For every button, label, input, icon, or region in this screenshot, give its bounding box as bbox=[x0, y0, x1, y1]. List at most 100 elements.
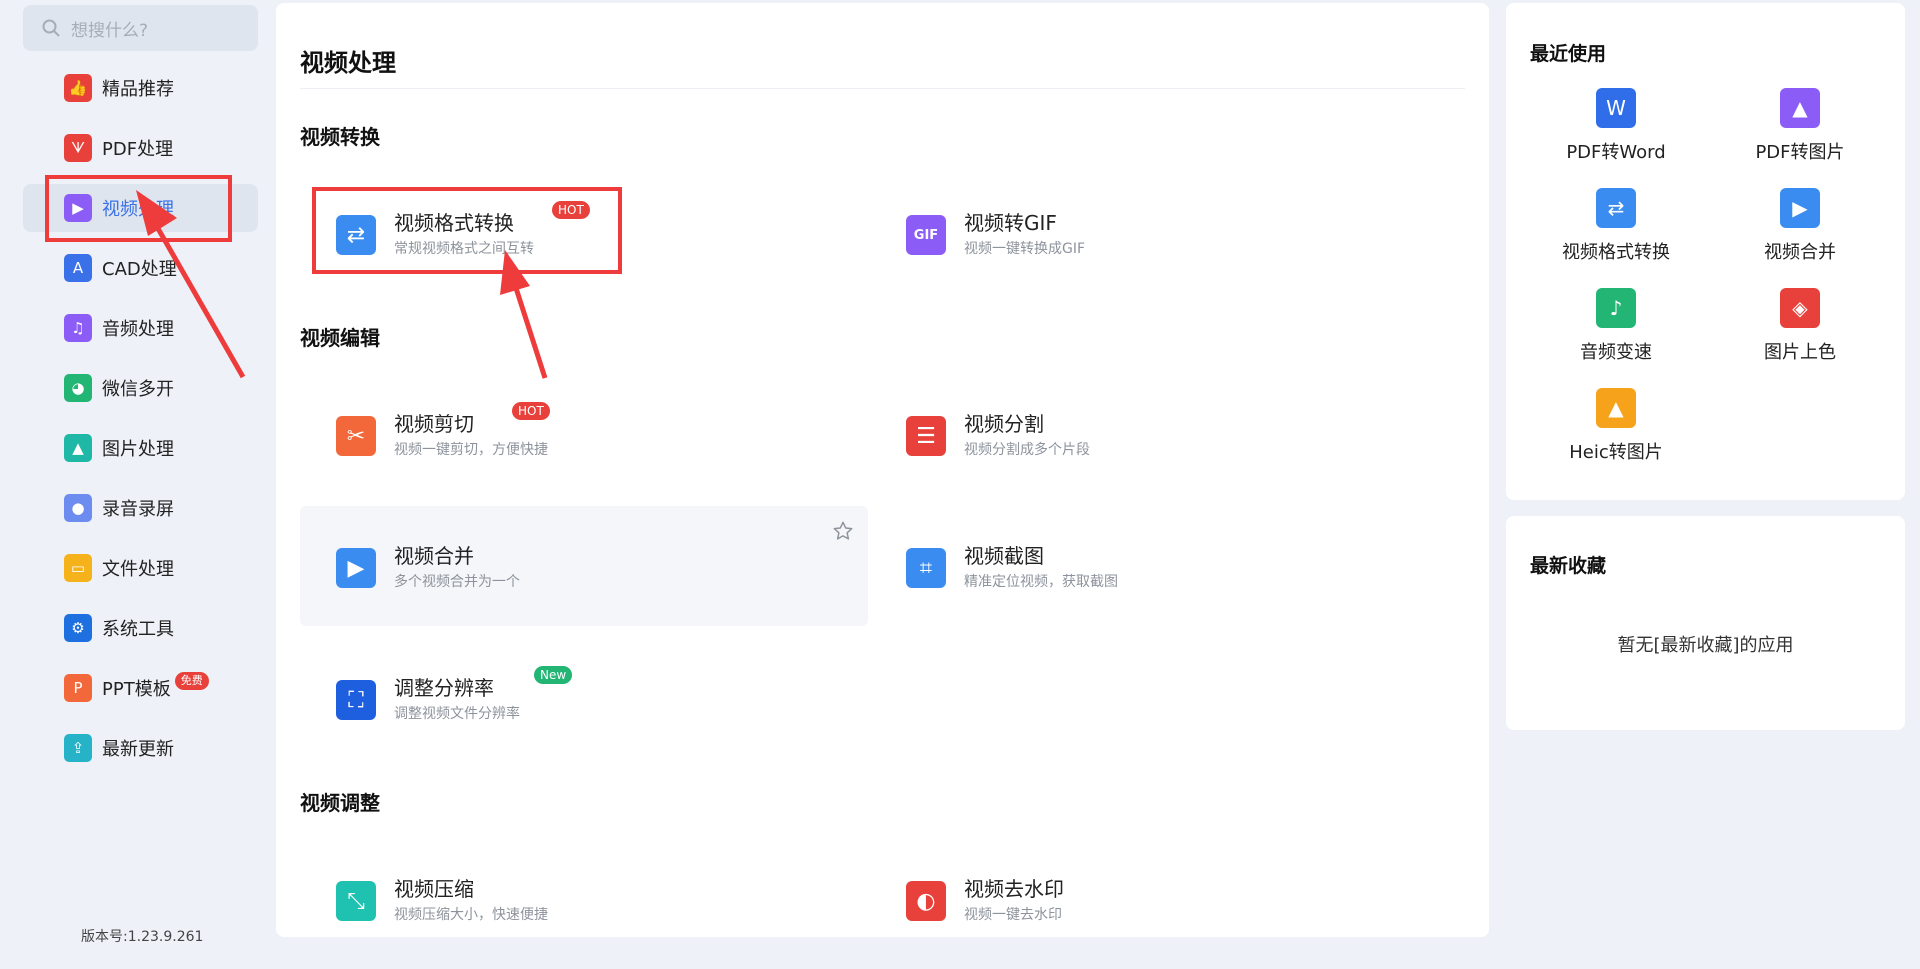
sidebar-item-recording[interactable]: ● 录音录屏 bbox=[23, 484, 258, 532]
music-note-icon: ♫ bbox=[64, 314, 92, 342]
recent-item-video-merge[interactable]: ▶ 视频合并 bbox=[1710, 188, 1890, 288]
free-badge: 免费 bbox=[174, 672, 209, 690]
sidebar-item-audio[interactable]: ♫ 音频处理 bbox=[23, 304, 258, 352]
crop-screenshot-icon: ⌗ bbox=[906, 548, 946, 588]
folder-icon: ▭ bbox=[64, 554, 92, 582]
tool-card-video-compress[interactable]: ⤡ 视频压缩 视频压缩大小，快速便捷 bbox=[300, 839, 868, 937]
tool-card-video-screenshot[interactable]: ⌗ 视频截图 精准定位视频，获取截图 bbox=[870, 506, 1438, 626]
compress-icon: ⤡ bbox=[336, 881, 376, 921]
resolution-icon: ⛶ bbox=[336, 680, 376, 720]
favorites-title: 最新收藏 bbox=[1530, 555, 1607, 577]
search-box[interactable]: 想搜什么? bbox=[23, 5, 258, 51]
tool-card-video-split[interactable]: ☰ 视频分割 视频分割成多个片段 bbox=[870, 374, 1438, 494]
section-title-convert: 视频转换 bbox=[300, 125, 380, 149]
section-title-edit: 视频编辑 bbox=[300, 326, 380, 350]
audio-speed-icon: ♪ bbox=[1596, 288, 1636, 328]
heic-image-icon: ▲ bbox=[1596, 388, 1636, 428]
sidebar-item-label: 系统工具 bbox=[102, 619, 174, 640]
sidebar-item-label: CAD处理 bbox=[102, 259, 177, 280]
search-placeholder: 想搜什么? bbox=[71, 20, 149, 41]
sidebar-item-wechat[interactable]: ◕ 微信多开 bbox=[23, 364, 258, 412]
sidebar-item-label: 音频处理 bbox=[102, 319, 174, 340]
ppt-icon: P bbox=[64, 674, 92, 702]
sidebar-item-label: 图片处理 bbox=[102, 439, 174, 460]
card-title: 视频合并 bbox=[394, 544, 474, 568]
card-desc: 视频分割成多个片段 bbox=[964, 442, 1090, 458]
card-desc: 调整视频文件分辨率 bbox=[394, 706, 520, 722]
recent-item-audio-speed[interactable]: ♪ 音频变速 bbox=[1526, 288, 1706, 388]
scissors-video-icon: ✂ bbox=[336, 416, 376, 456]
card-title: 视频转GIF bbox=[964, 211, 1057, 235]
title-divider bbox=[300, 88, 1465, 89]
card-desc: 视频一键转换成GIF bbox=[964, 241, 1086, 257]
image-icon: ▲ bbox=[64, 434, 92, 462]
favorites-panel: 最新收藏 暂无[最新收藏]的应用 bbox=[1506, 516, 1905, 730]
merge-video-icon: ▶ bbox=[1780, 188, 1820, 228]
recent-item-label: PDF转图片 bbox=[1755, 142, 1845, 163]
sidebar-item-updates[interactable]: ⇪ 最新更新 bbox=[23, 724, 258, 772]
sidebar-item-label: 文件处理 bbox=[102, 559, 174, 580]
recent-item-label: 音频变速 bbox=[1580, 342, 1652, 363]
recent-item-label: PDF转Word bbox=[1566, 142, 1666, 163]
sidebar-item-image[interactable]: ▲ 图片处理 bbox=[23, 424, 258, 472]
tool-card-remove-watermark[interactable]: ◐ 视频去水印 视频一键去水印 bbox=[870, 839, 1438, 937]
recent-item-pdf-to-word[interactable]: W PDF转Word bbox=[1526, 88, 1706, 188]
pdf-to-word-icon: W bbox=[1596, 88, 1636, 128]
sidebar-item-files[interactable]: ▭ 文件处理 bbox=[23, 544, 258, 592]
card-title: 视频截图 bbox=[964, 544, 1044, 568]
card-title: 视频压缩 bbox=[394, 877, 474, 901]
favorites-empty-text: 暂无[最新收藏]的应用 bbox=[1617, 635, 1794, 656]
star-icon[interactable] bbox=[832, 520, 854, 542]
upload-icon: ⇪ bbox=[64, 734, 92, 762]
gif-icon: GIF bbox=[906, 215, 946, 255]
recent-item-video-format-convert[interactable]: ⇄ 视频格式转换 bbox=[1526, 188, 1706, 288]
sidebar-item-label: 微信多开 bbox=[102, 379, 174, 400]
section-title-adjust: 视频调整 bbox=[300, 791, 380, 815]
recent-item-image-colorize[interactable]: ◈ 图片上色 bbox=[1710, 288, 1890, 388]
recent-title: 最近使用 bbox=[1530, 43, 1607, 65]
card-desc: 视频一键剪切，方便快捷 bbox=[394, 442, 548, 458]
sidebar-item-recommend[interactable]: 👍 精品推荐 bbox=[23, 64, 258, 112]
sidebar-item-label: PDF处理 bbox=[102, 139, 174, 160]
main-panel: 视频处理 视频转换 ⇄ 视频格式转换 HOT 常规视频格式之间互转 GIF 视频… bbox=[276, 3, 1489, 937]
annotation-box-sidebar bbox=[45, 175, 232, 242]
sidebar-item-ppt[interactable]: P PPT模板 免费 bbox=[23, 664, 258, 712]
pdf-icon: ᗐ bbox=[64, 134, 92, 162]
card-desc: 视频压缩大小，快速便捷 bbox=[394, 907, 548, 923]
recent-item-pdf-to-image[interactable]: ▲ PDF转图片 bbox=[1710, 88, 1890, 188]
sidebar-item-label: PPT模板 bbox=[102, 679, 171, 700]
new-badge: New bbox=[534, 666, 573, 684]
sidebar-item-pdf[interactable]: ᗐ PDF处理 bbox=[23, 124, 258, 172]
eraser-icon: ◐ bbox=[906, 881, 946, 921]
tool-card-video-cut[interactable]: ✂ 视频剪切 HOT 视频一键剪切，方便快捷 bbox=[300, 374, 868, 494]
thumbs-up-icon: 👍 bbox=[64, 74, 92, 102]
pdf-to-image-icon: ▲ bbox=[1780, 88, 1820, 128]
sidebar-item-label: 最新更新 bbox=[102, 739, 174, 760]
card-desc: 视频一键去水印 bbox=[964, 907, 1062, 923]
wechat-icon: ◕ bbox=[64, 374, 92, 402]
recent-item-label: Heic转图片 bbox=[1569, 442, 1663, 463]
recent-item-label: 视频格式转换 bbox=[1562, 242, 1670, 263]
sidebar: 想搜什么? 👍 精品推荐 ᗐ PDF处理 ▶ 视频处理 A CAD处理 ♫ 音频… bbox=[0, 0, 275, 969]
card-desc: 多个视频合并为一个 bbox=[394, 574, 520, 590]
sidebar-item-label: 精品推荐 bbox=[102, 79, 174, 100]
cad-icon: A bbox=[64, 254, 92, 282]
tool-card-resolution[interactable]: ⛶ 调整分辨率 New 调整视频文件分辨率 bbox=[300, 638, 868, 758]
annotation-box-card bbox=[312, 187, 622, 274]
recent-item-heic-to-image[interactable]: ▲ Heic转图片 bbox=[1526, 388, 1706, 488]
card-desc: 精准定位视频，获取截图 bbox=[964, 574, 1118, 590]
merge-video-icon: ▶ bbox=[336, 548, 376, 588]
card-title: 视频去水印 bbox=[964, 877, 1064, 901]
card-title: 调整分辨率 bbox=[394, 676, 494, 700]
search-icon bbox=[42, 19, 60, 37]
recent-item-label: 视频合并 bbox=[1764, 242, 1836, 263]
tool-card-video-merge[interactable]: ▶ 视频合并 多个视频合并为一个 bbox=[300, 506, 868, 626]
convert-arrows-icon: ⇄ bbox=[1596, 188, 1636, 228]
tool-card-video-to-gif[interactable]: GIF 视频转GIF 视频一键转换成GIF bbox=[870, 173, 1438, 293]
split-icon: ☰ bbox=[906, 416, 946, 456]
microphone-icon: ● bbox=[64, 494, 92, 522]
sidebar-item-system-tools[interactable]: ⚙ 系统工具 bbox=[23, 604, 258, 652]
sidebar-item-cad[interactable]: A CAD处理 bbox=[23, 244, 258, 292]
sidebar-item-label: 录音录屏 bbox=[102, 499, 174, 520]
recent-item-label: 图片上色 bbox=[1764, 342, 1836, 363]
